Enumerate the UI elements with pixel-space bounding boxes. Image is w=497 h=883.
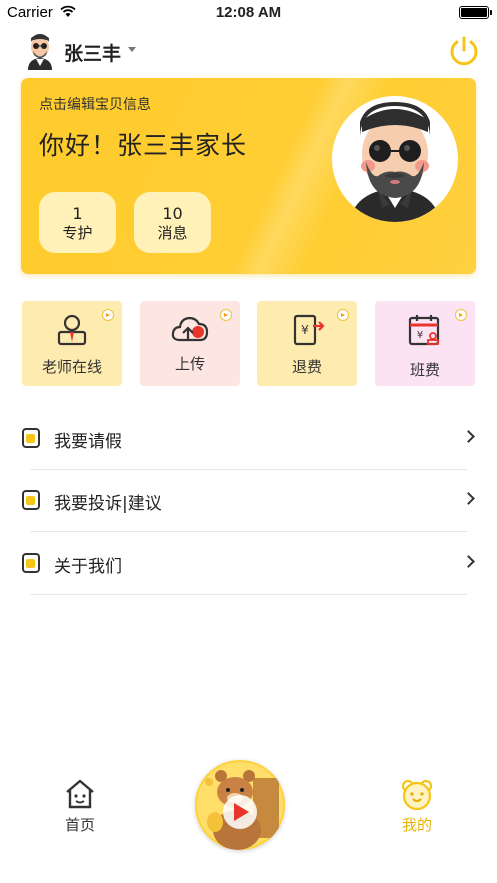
top-bar: 张三丰 [0, 30, 497, 74]
complaint-icon [22, 490, 40, 510]
bear-video-icon [197, 762, 283, 850]
stat-special-care[interactable]: 1 专护 [39, 192, 116, 253]
tile-label: 上传 [174, 355, 205, 373]
leave-icon [22, 428, 40, 448]
tab-label: 首页 [64, 816, 95, 834]
chevron-right-icon [462, 555, 475, 568]
greeting-text: 你好！张三丰家长 [39, 131, 248, 160]
stat-value: 10 [162, 204, 183, 223]
arrow-right-icon [102, 309, 114, 321]
battery-icon [459, 6, 492, 19]
power-icon[interactable] [447, 34, 481, 68]
header-username[interactable]: 张三丰 [64, 39, 121, 66]
about-icon [22, 553, 40, 573]
stat-value: 1 [72, 204, 83, 223]
caret-down-icon[interactable] [128, 47, 136, 52]
menu-item-label: 我要投诉|建议 [54, 494, 162, 514]
user-avatar-icon[interactable] [24, 32, 56, 70]
quick-action-class-fee[interactable]: ¥ 班费 [375, 301, 475, 386]
tab-mine[interactable]: 我的 [377, 778, 457, 838]
bearded-man-avatar-icon [350, 102, 440, 222]
menu-item-about[interactable]: 关于我们 [0, 533, 497, 595]
stat-label: 消息 [157, 224, 188, 242]
stat-messages[interactable]: 10 消息 [134, 192, 211, 253]
tile-label: 班费 [409, 361, 440, 379]
tab-home[interactable]: 首页 [40, 778, 120, 838]
profile-avatar[interactable] [332, 96, 458, 222]
refund-icon: ¥ [293, 314, 325, 346]
teacher-icon [57, 314, 87, 346]
tile-label: 退费 [291, 358, 322, 376]
divider [30, 594, 467, 595]
menu-item-label: 关于我们 [54, 557, 122, 577]
stat-label: 专护 [62, 224, 93, 242]
bear-face-icon [401, 779, 433, 810]
tile-label: 老师在线 [41, 358, 102, 376]
menu-item-leave[interactable]: 我要请假 [0, 408, 497, 470]
center-play-button[interactable] [195, 760, 285, 850]
quick-action-refund[interactable]: ¥ 退费 [257, 301, 357, 386]
chevron-right-icon [462, 492, 475, 505]
menu-item-label: 我要请假 [54, 432, 122, 452]
menu-item-complaint[interactable]: 我要投诉|建议 [0, 470, 497, 532]
quick-action-upload[interactable]: 上传 [140, 301, 240, 386]
chevron-right-icon [462, 430, 475, 443]
divider [30, 531, 467, 532]
cloud-upload-icon [171, 316, 209, 342]
arrow-right-icon [455, 309, 467, 321]
tab-bar: 首页 我的 [0, 760, 497, 883]
status-bar: Carrier 12:08 AM [0, 0, 497, 26]
edit-baby-info-hint[interactable]: 点击编辑宝贝信息 [39, 94, 151, 114]
home-icon [66, 779, 94, 809]
status-time: 12:08 AM [215, 4, 282, 21]
arrow-right-icon [337, 309, 349, 321]
class-fee-icon: ¥ [408, 315, 440, 346]
svg-text:¥: ¥ [417, 330, 423, 341]
svg-text:¥: ¥ [301, 323, 309, 337]
tab-label: 我的 [401, 816, 432, 834]
quick-action-teacher-online[interactable]: 老师在线 [22, 301, 122, 386]
profile-card[interactable]: 点击编辑宝贝信息 你好！张三丰家长 1 专护 10 消息 [21, 78, 476, 274]
arrow-right-icon [220, 309, 232, 321]
